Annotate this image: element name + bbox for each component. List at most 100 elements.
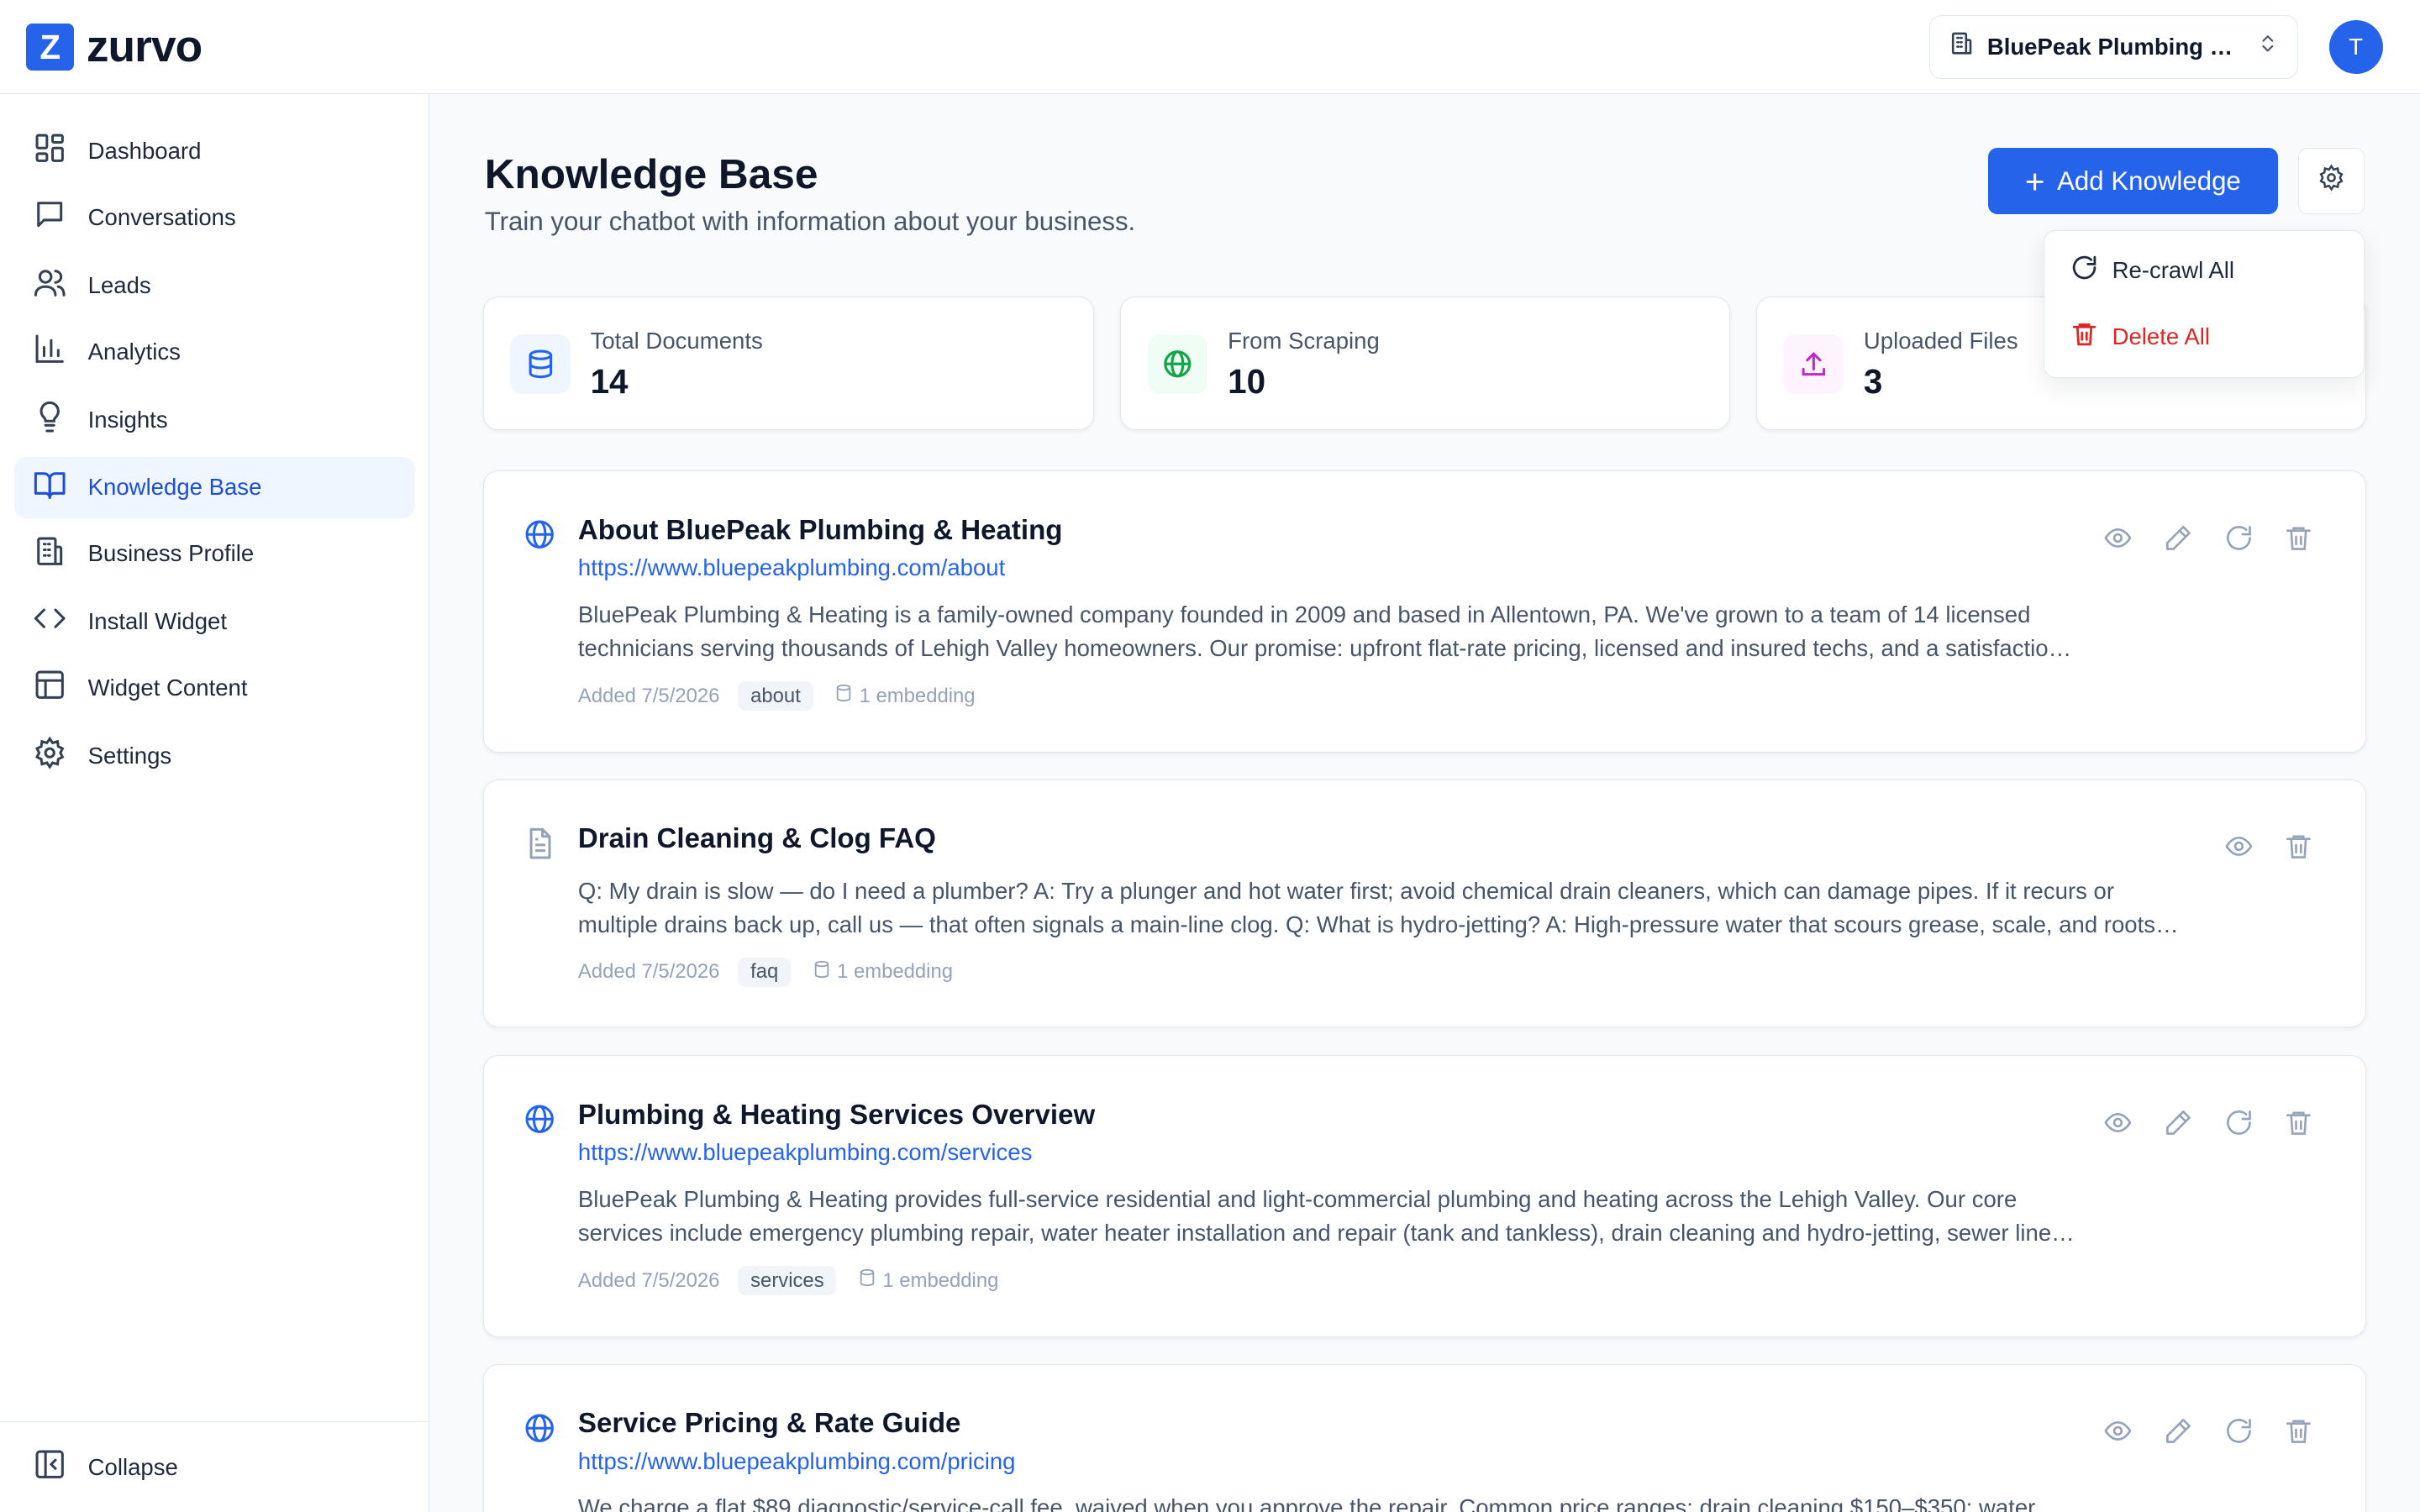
chevron-up-down-icon <box>2257 33 2279 61</box>
upload-icon <box>1783 333 1844 395</box>
sidebar-item-knowledge-base[interactable]: Knowledge Base <box>13 456 416 519</box>
trash-icon[interactable] <box>2283 522 2314 554</box>
trash-icon[interactable] <box>2283 831 2314 862</box>
sidebar-item-label: Insights <box>87 406 168 433</box>
sidebar-item-label: Leads <box>87 271 151 298</box>
avatar[interactable]: T <box>2328 19 2383 75</box>
document-actions <box>2074 1415 2314 1446</box>
sidebar-item-dashboard[interactable]: Dashboard <box>14 120 416 181</box>
database-icon <box>858 1268 876 1293</box>
trash-icon[interactable] <box>2283 1415 2314 1446</box>
sidebar-item-conversations[interactable]: Conversations <box>14 186 416 248</box>
embedding-count: 1 embedding <box>858 1268 998 1293</box>
building-icon <box>1949 30 1975 63</box>
stat-from-scraping: From Scraping 10 <box>1120 296 1730 431</box>
sidebar-collapse-icon <box>33 1447 66 1487</box>
sidebar-item-label: Analytics <box>87 338 181 365</box>
users-icon <box>33 265 66 305</box>
stat-value: 10 <box>1228 361 1266 401</box>
document-excerpt: BluePeak Plumbing & Heating provides ful… <box>577 1185 2052 1247</box>
document-actions <box>2194 831 2314 862</box>
database-icon <box>510 333 571 395</box>
category-tag: faq <box>738 957 791 988</box>
embedding-label: 1 embedding <box>837 960 954 984</box>
document-excerpt: BluePeak Plumbing & Heating is a family-… <box>577 601 2061 662</box>
refresh-icon[interactable] <box>2223 522 2254 554</box>
collapse-label: Collapse <box>87 1453 178 1480</box>
logo-mark: Z <box>26 23 75 71</box>
main-content: Knowledge Base Train your chatbot with i… <box>430 94 2420 1512</box>
sidebar-item-business-profile[interactable]: Business Profile <box>14 523 416 585</box>
embedding-label: 1 embedding <box>859 684 976 707</box>
document-url[interactable]: https://www.bluepeakplumbing.com/service… <box>578 1139 1032 1166</box>
view-icon[interactable] <box>2102 522 2133 554</box>
recrawl-all-label: Re-crawl All <box>2112 257 2234 284</box>
document-meta: Added 7/5/2026 services 1 embedding <box>578 1266 998 1296</box>
sidebar-item-settings[interactable]: Settings <box>14 725 416 786</box>
added-date: Added 7/5/2026 <box>577 960 720 984</box>
business-selector[interactable]: BluePeak Plumbing & ... <box>1928 15 2298 79</box>
view-icon[interactable] <box>2102 1415 2133 1446</box>
database-icon <box>834 684 853 708</box>
added-date: Added 7/5/2026 <box>577 684 720 707</box>
document-excerpt: Q: My drain is slow — do I need a plumbe… <box>577 877 2156 937</box>
code-icon <box>33 601 66 641</box>
add-knowledge-button[interactable]: + Add Knowledge <box>1987 148 2278 215</box>
document-card[interactable]: Plumbing & Heating Services Overview htt… <box>482 1055 2366 1338</box>
gear-icon <box>33 736 66 775</box>
refresh-icon[interactable] <box>2223 1415 2254 1446</box>
embedding-count: 1 embedding <box>813 960 953 984</box>
embedding-count: 1 embedding <box>834 684 976 708</box>
globe-icon <box>1147 333 1208 395</box>
document-card[interactable]: Drain Cleaning & Clog FAQ Q: My drain is… <box>482 779 2366 1028</box>
document-meta: Added 7/5/2026 faq 1 embedding <box>577 957 953 988</box>
logo-text: zurvo <box>86 22 203 72</box>
document-url[interactable]: https://www.bluepeakplumbing.com/about <box>578 554 1005 581</box>
refresh-icon <box>2070 254 2098 287</box>
trash-icon[interactable] <box>2283 1107 2314 1138</box>
view-icon[interactable] <box>2102 1107 2133 1138</box>
document-actions <box>2074 522 2314 554</box>
document-excerpt: We charge a flat $89 diagnostic/service-… <box>577 1494 2036 1512</box>
sidebar-item-widget-content[interactable]: Widget Content <box>14 657 416 718</box>
document-title: About BluePeak Plumbing & Heating <box>577 514 1063 546</box>
edit-icon[interactable] <box>2163 1107 2194 1138</box>
recrawl-all-item[interactable]: Re-crawl All <box>2070 252 2234 289</box>
delete-all-item[interactable]: Delete All <box>2070 318 2210 355</box>
category-tag: services <box>738 1266 837 1296</box>
document-card[interactable]: Service Pricing & Rate Guide https://www… <box>482 1363 2366 1512</box>
logo[interactable]: Z zurvo <box>26 22 203 72</box>
sidebar-item-leads[interactable]: Leads <box>14 255 416 316</box>
edit-icon[interactable] <box>2163 1415 2194 1446</box>
view-icon[interactable] <box>2223 831 2254 862</box>
stat-label: Total Documents <box>590 328 763 354</box>
document-title: Plumbing & Heating Services Overview <box>577 1099 1096 1131</box>
top-bar: Z zurvo BluePeak Plumbing & ... T <box>0 0 2420 95</box>
lightbulb-icon <box>33 400 66 439</box>
file-text-icon <box>523 827 556 867</box>
sidebar-item-insights[interactable]: Insights <box>14 389 416 450</box>
message-icon <box>33 197 66 237</box>
document-card[interactable]: About BluePeak Plumbing & Heating https:… <box>482 470 2366 753</box>
category-tag: about <box>738 680 813 711</box>
building-icon <box>33 534 66 574</box>
page-subtitle: Train your chatbot with information abou… <box>484 207 1136 237</box>
sidebar-item-label: Settings <box>87 742 172 769</box>
database-icon <box>813 960 831 984</box>
refresh-icon[interactable] <box>2223 1107 2254 1138</box>
document-url[interactable]: https://www.bluepeakplumbing.com/pricing <box>578 1448 1016 1475</box>
collapse-button[interactable]: Collapse <box>14 1436 416 1498</box>
stat-value: 14 <box>590 361 629 401</box>
globe-icon <box>523 1102 556 1142</box>
sidebar-item-label: Install Widget <box>87 608 228 635</box>
globe-icon <box>523 517 556 558</box>
settings-menu-button[interactable] <box>2297 148 2365 215</box>
dashboard-icon <box>33 131 66 171</box>
stat-label: From Scraping <box>1228 328 1380 354</box>
edit-icon[interactable] <box>2163 522 2194 554</box>
sidebar-item-analytics[interactable]: Analytics <box>14 321 416 382</box>
bar-chart-icon <box>33 332 66 371</box>
stat-value: 3 <box>1863 361 1883 401</box>
sidebar-item-label: Business Profile <box>87 540 255 567</box>
sidebar-item-install-widget[interactable]: Install Widget <box>14 591 416 652</box>
